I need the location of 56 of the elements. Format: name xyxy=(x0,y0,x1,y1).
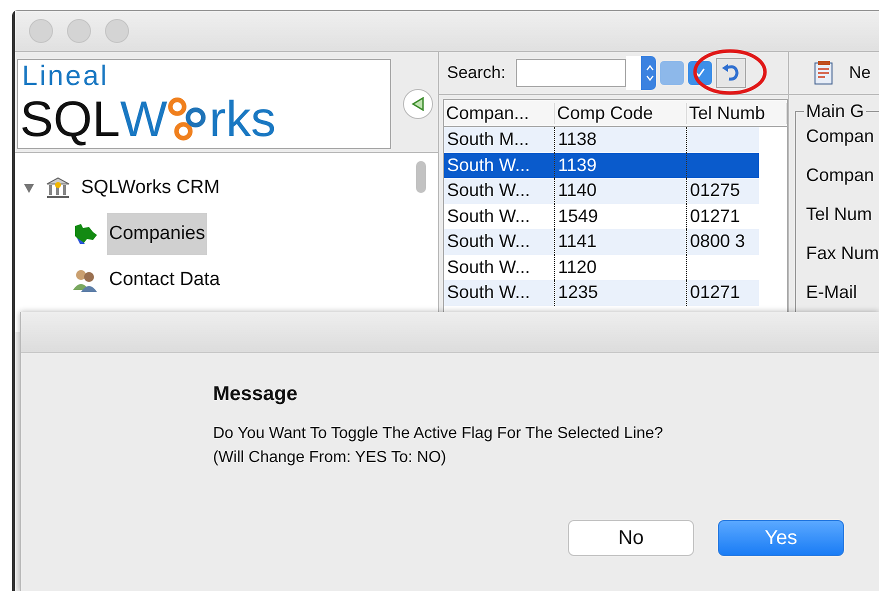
table-row[interactable]: South W... 1141 0800 3 xyxy=(444,229,759,254)
tree-item[interactable]: Companies xyxy=(107,213,208,255)
field-label: E-Mail xyxy=(806,281,858,304)
table-cell: 1139 xyxy=(558,154,597,176)
table-cell: 01271 xyxy=(690,282,740,304)
column-header[interactable]: Compan... xyxy=(444,102,555,124)
table-row[interactable]: South W... 1140 01275 xyxy=(444,178,759,204)
table-row[interactable]: South W... 1549 01271 xyxy=(444,204,759,229)
table-cell: South W... xyxy=(446,154,530,176)
table-cell: South W... xyxy=(446,282,530,304)
table-cell: South W... xyxy=(446,180,530,202)
table-cell: 1138 xyxy=(558,129,597,150)
new-button[interactable]: Ne xyxy=(848,63,871,83)
table-cell: 01271 xyxy=(690,206,740,227)
table-row[interactable]: South M... 1138 xyxy=(444,127,759,152)
dialog-message: (Will Change From: YES To: NO) xyxy=(213,448,448,468)
table-cell: 1235 xyxy=(558,282,598,304)
table-cell: 0800 3 xyxy=(690,231,746,252)
triangle-icon xyxy=(411,97,425,111)
table-row[interactable]: South W... 1120 xyxy=(444,254,759,280)
table-cell: South W... xyxy=(446,206,530,227)
table-cell: South W... xyxy=(446,231,530,252)
close-button[interactable] xyxy=(29,19,53,43)
logo: Lineal SQLW rks xyxy=(17,59,391,149)
table-row[interactable]: South W... 1235 01271 xyxy=(444,280,759,306)
search-field[interactable] xyxy=(516,59,626,87)
table-cell: 01275 xyxy=(690,180,740,202)
notepad-icon xyxy=(812,60,835,86)
disclosure-triangle-icon[interactable] xyxy=(23,182,35,194)
table-cell: 1549 xyxy=(558,206,598,227)
field-label: Compan xyxy=(806,164,876,187)
field-label: Compan xyxy=(806,125,876,148)
stepper[interactable] xyxy=(626,56,656,90)
building-icon xyxy=(45,176,71,200)
collapse-button[interactable] xyxy=(403,89,433,119)
dialog-title: Message xyxy=(213,383,298,406)
zoom-button[interactable] xyxy=(105,19,129,43)
table-cell: South M... xyxy=(446,129,530,150)
minimize-button[interactable] xyxy=(67,19,91,43)
table-cell: 1141 xyxy=(558,231,597,252)
table-cell: South W... xyxy=(446,256,530,278)
field-label: Fax Num xyxy=(806,242,879,265)
tree-item[interactable]: Contact Data xyxy=(107,259,222,301)
table-row[interactable]: South W... 1139 xyxy=(444,152,759,178)
column-header[interactable]: Comp Code xyxy=(554,102,687,124)
search-label: Search: xyxy=(446,63,506,83)
scrollbar[interactable] xyxy=(416,161,426,193)
tree-item[interactable]: SQLWorks CRM xyxy=(79,167,222,209)
dialog-button[interactable]: No xyxy=(568,520,694,556)
undo-button[interactable] xyxy=(716,58,746,88)
table-cell: 1140 xyxy=(558,180,597,202)
dialog-message: Do You Want To Toggle The Active Flag For The Selected Line? xyxy=(213,424,664,444)
checkmark-button[interactable] xyxy=(660,61,684,85)
column-header[interactable]: Tel Numb xyxy=(686,102,787,124)
field-label: Tel Num xyxy=(806,203,873,226)
table-cell: 1120 xyxy=(558,256,597,278)
